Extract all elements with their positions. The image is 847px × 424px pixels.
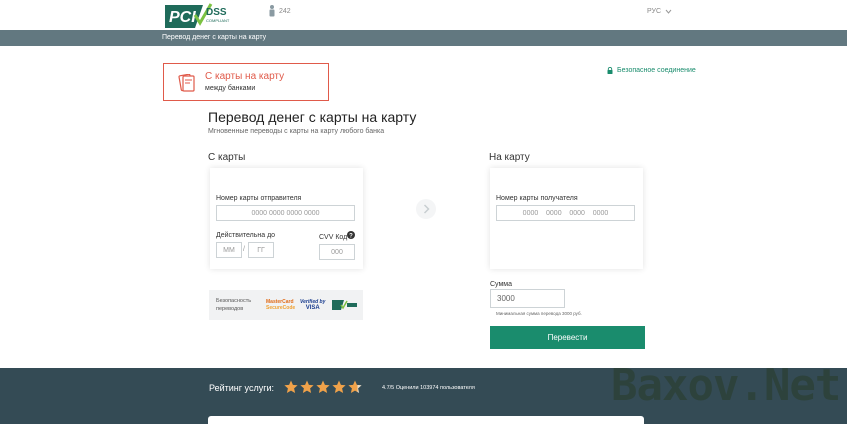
svg-text:DSS: DSS	[206, 7, 227, 18]
watermark: Baxov.Net	[611, 360, 841, 411]
rating-stars	[284, 380, 362, 394]
from-card-panel: Номер карты отправителя 0000 0000 0000 0…	[210, 168, 363, 269]
cvv-input[interactable]: 000	[319, 244, 355, 260]
secure-label: Безопасное соединение	[617, 67, 696, 74]
recipient-card-number-input[interactable]: 0000 0000 0000 0000	[496, 205, 635, 221]
help-icon[interactable]: ?	[347, 231, 355, 239]
chevron-down-icon	[665, 9, 672, 14]
rating-label: Рейтинг услуги:	[209, 383, 275, 393]
svg-text:COMPLIANT: COMPLIANT	[206, 18, 230, 23]
breadcrumb[interactable]: Перевод денег с карты на карту	[162, 34, 266, 41]
recipient-card-number-placeholder: 0000 0000 0000 0000	[522, 209, 609, 217]
svg-text:PCI: PCI	[169, 9, 196, 26]
cvv-label: CVV Код	[319, 234, 348, 241]
page-title: Перевод денег с карты на карту	[208, 109, 417, 125]
expiry-label: Действительна до	[216, 232, 276, 239]
cvv-placeholder: 000	[331, 248, 343, 256]
expiry-month-input[interactable]: ММ	[216, 242, 242, 258]
to-card-panel: Номер карты получателя 0000 0000 0000 00…	[490, 168, 643, 269]
security-label: Безопасность переводов	[216, 298, 252, 312]
amount-input[interactable]: 3000	[490, 289, 565, 308]
mastercard-securecode-logo: MasterCard SecureCode	[266, 299, 295, 311]
minimum-amount-note: Минимальная сумма перевода 3000 руб.	[496, 311, 582, 316]
transfer-arrow	[416, 199, 436, 219]
lock-icon	[607, 67, 613, 74]
transfer-type-card[interactable]: С карты на карту между банками	[163, 63, 329, 101]
star-icon	[332, 380, 346, 393]
pci-dss-small-logo	[332, 300, 357, 310]
language-label: РУС	[647, 8, 662, 15]
bottom-card	[208, 416, 644, 424]
sender-card-number-label: Номер карты отправителя	[216, 195, 302, 202]
transfer-type-subtitle: между банками	[205, 85, 256, 92]
sender-card-number-input[interactable]: 0000 0000 0000 0000	[216, 205, 355, 221]
star-icon	[300, 380, 314, 393]
chevron-right-icon	[423, 204, 430, 214]
sender-card-number-placeholder: 0000 0000 0000 0000	[251, 209, 320, 217]
svg-text:?: ?	[349, 233, 353, 239]
amount-value: 3000	[497, 294, 515, 303]
security-badges: Безопасность переводов MasterCard Secure…	[209, 290, 363, 320]
person-icon	[269, 5, 275, 17]
cards-icon	[178, 74, 195, 92]
transfer-type-title: С карты на карту	[205, 71, 285, 82]
online-counter: 242	[268, 5, 291, 17]
star-icon	[316, 380, 330, 393]
from-card-label: С карты	[208, 152, 246, 163]
pci-dss-logo[interactable]: PCI DSS COMPLIANT	[165, 3, 240, 28]
recipient-card-number-label: Номер карты получателя	[496, 195, 578, 202]
rating-text: 4.7/5 Оценили 103974 пользователя	[382, 385, 475, 391]
amount-label: Сумма	[490, 281, 512, 288]
secure-connection: Безопасное соединение	[607, 67, 696, 74]
star-icon	[284, 380, 298, 393]
star-half-icon	[348, 380, 362, 393]
language-selector[interactable]: РУС	[647, 8, 672, 15]
expiry-separator: /	[243, 246, 245, 253]
transfer-button[interactable]: Перевести	[490, 326, 645, 349]
mastercard-line2: SecureCode	[266, 305, 296, 311]
to-card-label: На карту	[489, 152, 530, 163]
visa-line2: VISA	[305, 305, 320, 311]
expiry-year-placeholder: ГГ	[257, 246, 265, 254]
page-subtitle: Мгновенные переводы с карты на карту люб…	[208, 128, 385, 135]
breadcrumb-bar: Перевод денег с карты на карту	[0, 30, 847, 46]
online-count: 242	[279, 7, 291, 15]
header: PCI DSS COMPLIANT 242 РУС	[0, 0, 847, 30]
expiry-month-placeholder: ММ	[223, 246, 235, 254]
verified-by-visa-logo: Verified by VISA	[300, 299, 325, 311]
expiry-year-input[interactable]: ГГ	[248, 242, 274, 258]
